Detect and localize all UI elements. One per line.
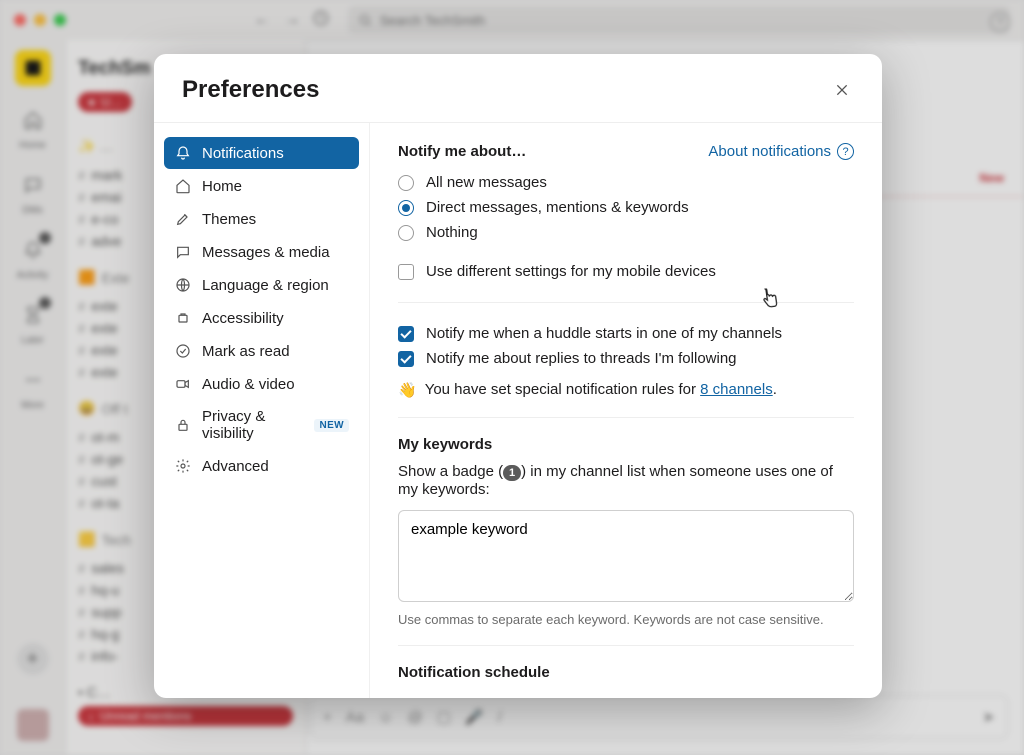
preferences-modal: Preferences Notifications Home Themes Me… — [154, 54, 882, 698]
keywords-heading: My keywords — [398, 436, 854, 453]
about-notifications-link[interactable]: About notifications ? — [708, 143, 854, 160]
checkbox-input[interactable] — [398, 326, 414, 342]
sidebar-item-label: Notifications — [202, 145, 284, 162]
sidebar-item-advanced[interactable]: Advanced — [164, 450, 359, 482]
radio-input[interactable] — [398, 225, 414, 241]
lock-icon — [174, 416, 192, 434]
modal-title: Preferences — [182, 76, 319, 104]
preferences-sidebar: Notifications Home Themes Messages & med… — [154, 123, 370, 698]
badge-icon: 1 — [503, 465, 521, 481]
radio-input[interactable] — [398, 200, 414, 216]
sidebar-item-label: Themes — [202, 211, 256, 228]
option-label: Direct messages, mentions & keywords — [426, 199, 689, 216]
option-all-messages[interactable]: All new messages — [398, 170, 854, 195]
radio-input[interactable] — [398, 175, 414, 191]
gear-icon — [174, 457, 192, 475]
messages-icon — [174, 243, 192, 261]
wave-icon: 👋 — [398, 381, 417, 399]
sidebar-item-accessibility[interactable]: Accessibility — [164, 302, 359, 334]
bell-icon — [174, 144, 192, 162]
close-icon — [834, 82, 850, 98]
keywords-description: Show a badge (1) in my channel list when… — [398, 463, 854, 498]
schedule-heading: Notification schedule — [398, 664, 854, 681]
sidebar-item-label: Messages & media — [202, 244, 330, 261]
preferences-content: Notify me about… About notifications ? A… — [370, 123, 882, 698]
new-badge: NEW — [314, 419, 349, 432]
divider — [398, 417, 854, 418]
channels-link[interactable]: 8 channels — [700, 381, 773, 398]
sidebar-item-notifications[interactable]: Notifications — [164, 137, 359, 169]
help-icon: ? — [837, 143, 854, 160]
globe-icon — [174, 276, 192, 294]
notify-heading: Notify me about… — [398, 143, 526, 160]
keywords-hint: Use commas to separate each keyword. Key… — [398, 612, 854, 627]
sidebar-item-themes[interactable]: Themes — [164, 203, 359, 235]
sidebar-item-label: Home — [202, 178, 242, 195]
special-rules-notice: 👋 You have set special notification rule… — [398, 381, 854, 399]
sidebar-item-mark-as-read[interactable]: Mark as read — [164, 335, 359, 367]
accessibility-icon — [174, 309, 192, 327]
option-nothing[interactable]: Nothing — [398, 220, 854, 245]
sidebar-item-label: Mark as read — [202, 343, 290, 360]
modal-header: Preferences — [154, 54, 882, 123]
option-direct-mentions[interactable]: Direct messages, mentions & keywords — [398, 195, 854, 220]
sidebar-item-language-region[interactable]: Language & region — [164, 269, 359, 301]
sidebar-item-home[interactable]: Home — [164, 170, 359, 202]
checkbox-input[interactable] — [398, 264, 414, 280]
option-label: Nothing — [426, 224, 478, 241]
option-huddle-notify[interactable]: Notify me when a huddle starts in one of… — [398, 321, 854, 346]
option-label: Notify me about replies to threads I'm f… — [426, 350, 737, 367]
sidebar-item-label: Advanced — [202, 458, 269, 475]
option-label: Notify me when a huddle starts in one of… — [426, 325, 782, 342]
option-label: All new messages — [426, 174, 547, 191]
sidebar-item-label: Audio & video — [202, 376, 295, 393]
keywords-textarea[interactable] — [398, 510, 854, 602]
divider — [398, 302, 854, 303]
sidebar-item-label: Language & region — [202, 277, 329, 294]
option-label: Use different settings for my mobile dev… — [426, 263, 716, 280]
themes-icon — [174, 210, 192, 228]
sidebar-item-label: Accessibility — [202, 310, 284, 327]
option-mobile-settings[interactable]: Use different settings for my mobile dev… — [398, 259, 854, 284]
video-icon — [174, 375, 192, 393]
sidebar-item-messages-media[interactable]: Messages & media — [164, 236, 359, 268]
sidebar-item-audio-video[interactable]: Audio & video — [164, 368, 359, 400]
divider — [398, 645, 854, 646]
home-icon — [174, 177, 192, 195]
sidebar-item-privacy-visibility[interactable]: Privacy & visibility NEW — [164, 401, 359, 449]
sidebar-item-label: Privacy & visibility — [202, 408, 300, 442]
close-button[interactable] — [830, 78, 854, 102]
checkbox-input[interactable] — [398, 351, 414, 367]
option-thread-replies[interactable]: Notify me about replies to threads I'm f… — [398, 346, 854, 371]
check-circle-icon — [174, 342, 192, 360]
